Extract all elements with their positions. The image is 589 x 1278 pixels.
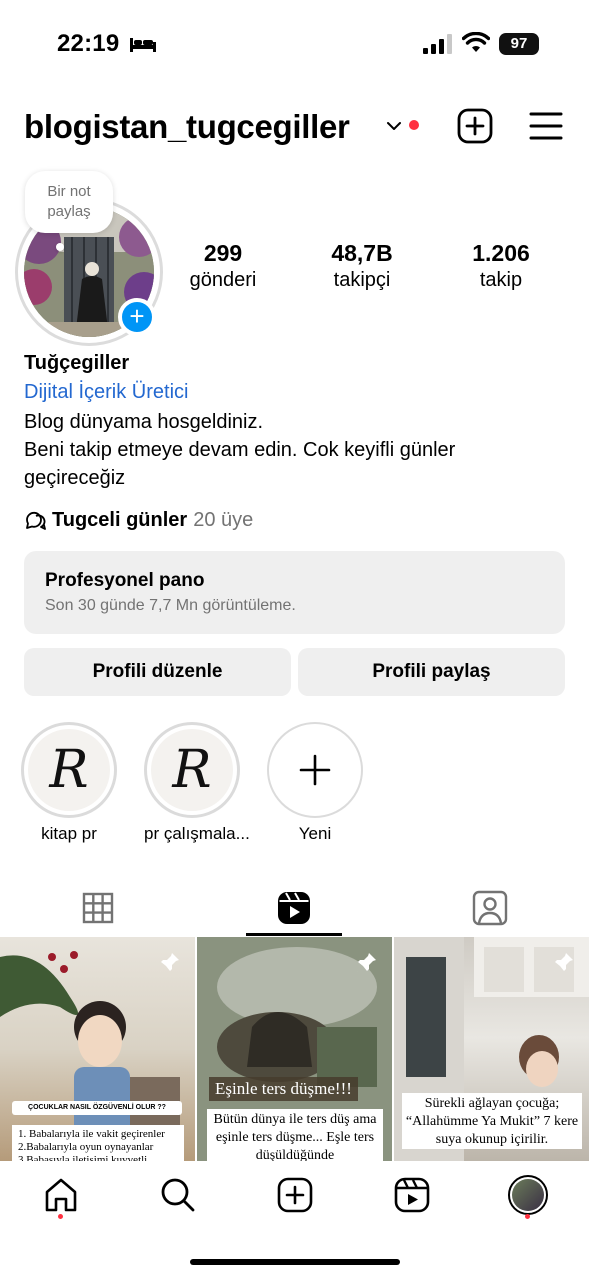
- posts-count-label: gönderi: [189, 269, 257, 291]
- reels-grid: ÇOCUKLAR NASIL ÖZGÜVENLİ OLUR ?? 1. Baba…: [0, 937, 589, 1161]
- tab-reels[interactable]: [196, 880, 392, 936]
- grid-icon: [82, 892, 114, 924]
- posts-count-value: 299: [203, 240, 243, 266]
- bed-icon: [130, 38, 156, 52]
- community-name: Tugceli günler: [52, 508, 188, 531]
- pin-icon: [357, 953, 376, 972]
- nav-reels[interactable]: [392, 1175, 432, 1215]
- community-members: 20 üye: [193, 508, 254, 531]
- dashboard-title: Profesyonel pano: [45, 570, 205, 591]
- edit-profile-button[interactable]: Profili düzenle: [24, 648, 291, 696]
- dashboard-subtitle: Son 30 günde 7,7 Mn görüntüleme.: [45, 597, 296, 614]
- reel-caption: 1. Babalarıyla ile vakit geçirenler 2.Ba…: [12, 1125, 184, 1161]
- profile-username[interactable]: blogistan_tugcegiller: [24, 108, 350, 146]
- professional-dashboard[interactable]: Profesyonel pano Son 30 günde 7,7 Mn gör…: [24, 551, 565, 634]
- highlight-label: pr çalışmala...: [144, 824, 250, 843]
- posts-count[interactable]: 299 gönderi: [181, 240, 265, 292]
- highlight-label: kitap pr: [41, 824, 97, 843]
- profile-avatar-small: [508, 1175, 548, 1215]
- highlight-item[interactable]: R pr çalışmala...: [144, 722, 250, 844]
- highlight-item[interactable]: R kitap pr: [21, 722, 117, 844]
- note-bubble-tail: [56, 243, 64, 251]
- reel-caption: Bütün dünya ile ters düş ama eşinle ters…: [207, 1109, 383, 1161]
- nav-profile[interactable]: [508, 1175, 548, 1215]
- bio-line: Beni takip etmeye devam edin. Cok keyifl…: [24, 439, 456, 489]
- battery-indicator: 97: [499, 33, 539, 55]
- home-notification-dot: [58, 1214, 63, 1219]
- bio-line: Blog dünyama hosgeldiniz.: [24, 411, 264, 433]
- note-text-line2: paylaş: [47, 203, 91, 220]
- status-bar: 22:19 97: [0, 0, 589, 90]
- create-icon: [277, 1177, 313, 1213]
- followers-count[interactable]: 48,7B takipçi: [318, 240, 406, 292]
- reels-icon: [278, 892, 310, 924]
- pin-icon: [554, 953, 573, 972]
- share-profile-button[interactable]: Profili paylaş: [298, 648, 565, 696]
- new-highlight-circle: [267, 722, 363, 818]
- highlight-ring: R: [144, 722, 240, 818]
- notification-dot: [409, 120, 419, 130]
- home-icon: [45, 1178, 77, 1212]
- highlight-label: Yeni: [298, 824, 332, 843]
- bottom-navigation: [0, 1161, 589, 1231]
- plus-icon: [299, 754, 331, 786]
- reel-thumbnail[interactable]: Sürekli ağlayan çocuğa; “Allahümme Ya Mu…: [394, 937, 589, 1161]
- note-text-line1: Bir not: [47, 183, 91, 200]
- following-count[interactable]: 1.206 takip: [461, 240, 541, 292]
- reel-thumbnail[interactable]: ÇOCUKLAR NASIL ÖZGÜVENLİ OLUR ?? 1. Baba…: [0, 937, 195, 1161]
- chevron-down-icon[interactable]: [386, 118, 402, 134]
- signal-icon: [423, 34, 452, 54]
- active-tab-indicator: [246, 933, 342, 936]
- reel-caption: Sürekli ağlayan çocuğa; “Allahümme Ya Mu…: [402, 1093, 582, 1149]
- wifi-icon: [462, 32, 490, 52]
- nav-create[interactable]: [275, 1175, 315, 1215]
- profile-category[interactable]: Dijital İçerik Üretici: [24, 381, 188, 404]
- profile-bio: Blog dünyama hosgeldiniz. Beni takip etm…: [24, 408, 554, 492]
- home-indicator: [190, 1259, 400, 1265]
- profile-tabs: [0, 880, 589, 936]
- highlight-ring: R: [21, 722, 117, 818]
- reel-headline: ÇOCUKLAR NASIL ÖZGÜVENLİ OLUR ??: [12, 1101, 182, 1115]
- menu-icon[interactable]: [529, 111, 563, 141]
- following-count-value: 1.206: [472, 240, 530, 266]
- tagged-person-icon: [472, 890, 508, 926]
- note-bubble[interactable]: Bir not paylaş: [25, 171, 113, 233]
- community-chat-link[interactable]: Tugceli günler 20 üye: [24, 508, 253, 532]
- nav-home[interactable]: [41, 1175, 81, 1215]
- monogram-logo: R: [151, 729, 233, 811]
- pin-icon: [160, 953, 179, 972]
- status-time: 22:19: [57, 30, 120, 57]
- tab-tagged[interactable]: [392, 880, 588, 936]
- followers-count-label: takipçi: [333, 269, 391, 291]
- profile-name: Tuğçegiller: [24, 352, 130, 374]
- reels-icon: [394, 1177, 430, 1213]
- nav-search[interactable]: [158, 1175, 198, 1215]
- reel-headline: Eşinle ters düşme!!!: [209, 1077, 358, 1101]
- profile-notification-dot: [525, 1214, 530, 1219]
- followers-count-value: 48,7B: [331, 240, 393, 266]
- chat-bubbles-icon: [26, 511, 46, 530]
- new-highlight-button[interactable]: Yeni: [267, 722, 363, 844]
- create-post-icon[interactable]: [457, 108, 493, 144]
- add-story-button[interactable]: +: [118, 298, 156, 336]
- search-icon: [161, 1178, 195, 1212]
- following-count-label: takip: [479, 269, 523, 291]
- tab-posts-grid[interactable]: [0, 880, 196, 936]
- monogram-logo: R: [28, 729, 110, 811]
- reel-thumbnail[interactable]: Eşinle ters düşme!!! Bütün dünya ile ter…: [197, 937, 392, 1161]
